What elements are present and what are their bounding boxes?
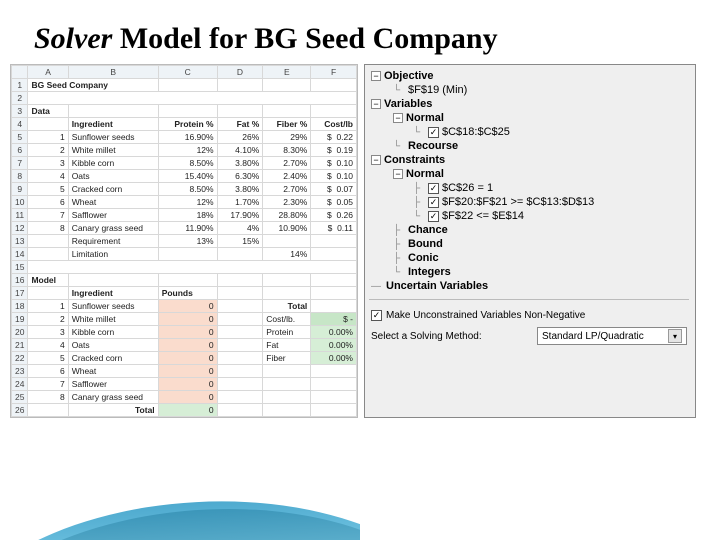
dv-cell[interactable]: 0	[158, 300, 217, 313]
node-constraints[interactable]: −Constraints	[369, 153, 689, 167]
nonneg-label: Make Unconstrained Variables Non-Negativ…	[386, 310, 585, 321]
node-normal-cons[interactable]: −Normal	[369, 167, 689, 181]
col-e[interactable]: E	[263, 66, 311, 79]
node-bound[interactable]: ├Bound	[369, 237, 689, 251]
node-conic[interactable]: ├Conic	[369, 251, 689, 265]
method-dropdown[interactable]: Standard LP/Quadratic ▾	[537, 327, 687, 345]
checkbox-icon[interactable]: ✓	[428, 197, 439, 208]
constraint-2[interactable]: ├✓$F$20:$F$21 >= $C$13:$D$13	[369, 195, 689, 209]
hdr-cost[interactable]: Cost/lb	[311, 118, 357, 131]
node-variables[interactable]: −Variables	[369, 97, 689, 111]
hdr-fat[interactable]: Fat %	[217, 118, 263, 131]
method-value: Standard LP/Quadratic	[542, 331, 644, 342]
solver-panel: −Objective └$F$19 (Min) −Variables −Norm…	[364, 64, 696, 418]
title-rest: Model for BG Seed Company	[112, 22, 497, 55]
total-lb[interactable]: 0	[158, 404, 217, 417]
minus-icon[interactable]: −	[371, 155, 381, 165]
node-objective[interactable]: −Objective	[369, 69, 689, 83]
col-a[interactable]: A	[28, 66, 68, 79]
decorative-swoosh	[0, 460, 360, 540]
page-title: Solver Model for BG Seed Company	[0, 0, 720, 64]
col-f[interactable]: F	[311, 66, 357, 79]
method-row: Select a Solving Method: Standard LP/Qua…	[369, 325, 689, 347]
ing-name[interactable]: Sunflower seeds	[68, 131, 158, 144]
data-label[interactable]: Data	[28, 105, 68, 118]
constraint-1[interactable]: ├✓$C$26 = 1	[369, 181, 689, 195]
col-corner[interactable]	[12, 66, 28, 79]
node-recourse[interactable]: └Recourse	[369, 139, 689, 153]
node-chance[interactable]: ├Chance	[369, 223, 689, 237]
nonneg-row[interactable]: ✓ Make Unconstrained Variables Non-Negat…	[369, 306, 689, 325]
obj-cell[interactable]: $ -	[311, 313, 357, 326]
hdr-fiber[interactable]: Fiber %	[263, 118, 311, 131]
col-b[interactable]: B	[68, 66, 158, 79]
method-label: Select a Solving Method:	[371, 331, 482, 342]
minus-icon[interactable]: −	[393, 169, 403, 179]
spreadsheet[interactable]: A B C D E F 1BG Seed Company 2 3Data 4 I…	[11, 65, 357, 417]
objective-cell[interactable]: └$F$19 (Min)	[369, 83, 689, 97]
node-normal-vars[interactable]: −Normal	[369, 111, 689, 125]
nonneg-checkbox[interactable]: ✓	[371, 310, 382, 321]
company-cell[interactable]: BG Seed Company	[28, 79, 158, 92]
hdr-ingredient[interactable]: Ingredient	[68, 118, 158, 131]
spreadsheet-panel: A B C D E F 1BG Seed Company 2 3Data 4 I…	[10, 64, 358, 418]
minus-icon[interactable]: −	[371, 71, 381, 81]
checkbox-icon[interactable]: ✓	[428, 127, 439, 138]
col-d[interactable]: D	[217, 66, 263, 79]
checkbox-icon[interactable]: ✓	[428, 211, 439, 222]
solver-tree: −Objective └$F$19 (Min) −Variables −Norm…	[369, 69, 689, 293]
model-label[interactable]: Model	[28, 274, 68, 287]
node-integers[interactable]: └Integers	[369, 265, 689, 279]
var-range[interactable]: └✓$C$18:$C$25	[369, 125, 689, 139]
chevron-down-icon[interactable]: ▾	[668, 329, 682, 343]
divider	[369, 299, 689, 300]
lim-label[interactable]: Limitation	[68, 248, 158, 261]
checkbox-icon[interactable]: ✓	[428, 183, 439, 194]
constraint-3[interactable]: └✓$F$22 <= $E$14	[369, 209, 689, 223]
minus-icon[interactable]: −	[371, 99, 381, 109]
title-em: Solver	[34, 22, 112, 55]
node-uncertain[interactable]: —Uncertain Variables	[369, 279, 689, 293]
col-c[interactable]: C	[158, 66, 217, 79]
req-label[interactable]: Requirement	[68, 235, 158, 248]
minus-icon[interactable]: −	[393, 113, 403, 123]
total-label[interactable]: Total	[68, 404, 158, 417]
hdr-protein[interactable]: Protein %	[158, 118, 217, 131]
